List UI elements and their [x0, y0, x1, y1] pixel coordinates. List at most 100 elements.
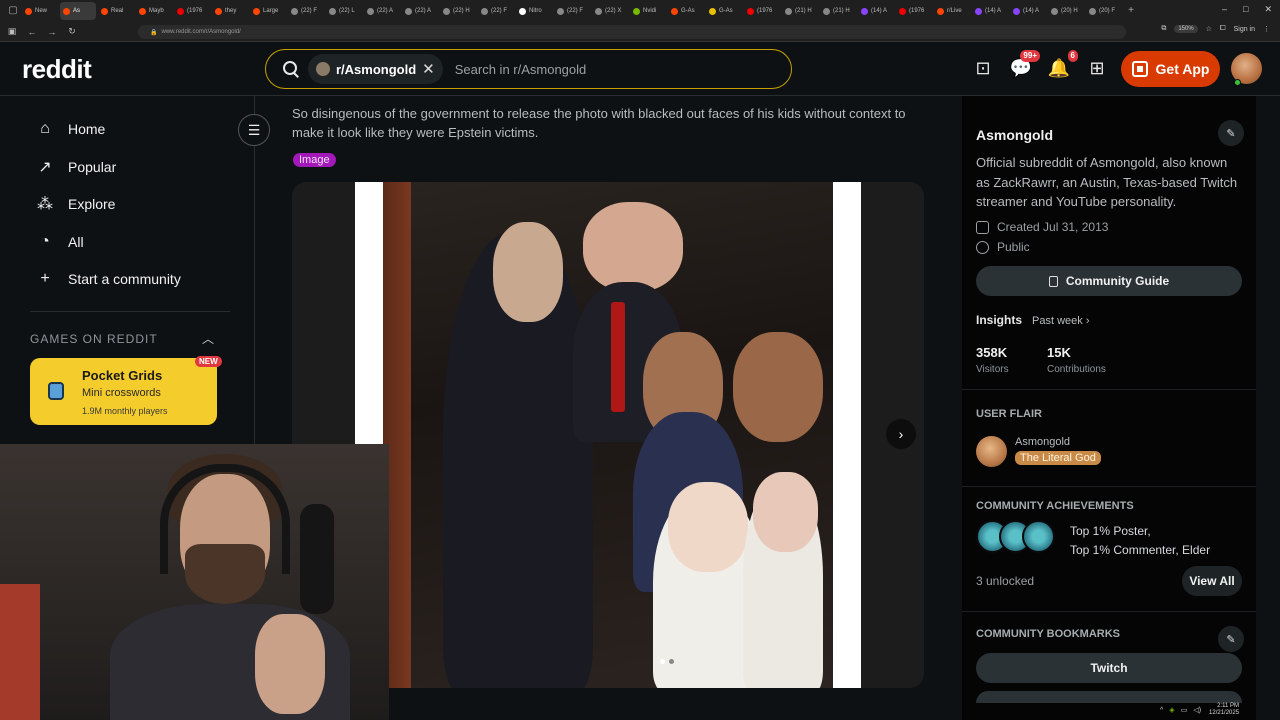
- browser-tab[interactable]: (1976: [896, 2, 932, 20]
- browser-tab[interactable]: Nvidi: [630, 2, 666, 20]
- reload-icon[interactable]: ↻: [64, 26, 80, 37]
- community-guide-button[interactable]: Community Guide: [976, 266, 1242, 296]
- bell-icon[interactable]: 🔔 6: [1046, 50, 1078, 81]
- network-icon[interactable]: ▭: [1181, 706, 1188, 714]
- close-icon[interactable]: ✕: [1264, 4, 1272, 15]
- reddit-logo[interactable]: reddit: [22, 54, 92, 85]
- browser-tab[interactable]: (22) A: [364, 2, 400, 20]
- maximize-icon[interactable]: □: [1243, 4, 1248, 15]
- sidebar-item-start-community[interactable]: + Start a community: [36, 267, 181, 291]
- favicon-icon: [671, 7, 678, 15]
- created-date: Created Jul 31, 2013: [976, 220, 1108, 234]
- achievement-badges[interactable]: [976, 520, 1055, 553]
- browser-tab[interactable]: (14) A: [858, 2, 894, 20]
- forward-icon[interactable]: →: [44, 27, 60, 37]
- advertise-icon[interactable]: ⊡: [970, 55, 996, 81]
- stat-label: Contributions: [1047, 364, 1106, 375]
- browser-tab[interactable]: they: [212, 2, 248, 20]
- browser-tab[interactable]: (20) H: [1048, 2, 1084, 20]
- browser-tab[interactable]: (1976: [174, 2, 210, 20]
- browser-tab[interactable]: (1976: [744, 2, 780, 20]
- pager-dot[interactable]: [669, 659, 674, 664]
- browser-tab[interactable]: Large: [250, 2, 286, 20]
- browser-tab[interactable]: (14) A: [972, 2, 1008, 20]
- edit-community-button[interactable]: ✎: [1218, 120, 1244, 146]
- edit-bookmarks-button[interactable]: ✎: [1218, 626, 1244, 652]
- browser-tab[interactable]: (21) H: [820, 2, 856, 20]
- close-icon[interactable]: ✕: [422, 60, 435, 78]
- back-icon[interactable]: ←: [24, 27, 40, 37]
- browser-tab[interactable]: (20) F: [1086, 2, 1122, 20]
- browser-tab[interactable]: (22) F: [478, 2, 514, 20]
- pager-dot-active[interactable]: [660, 659, 665, 664]
- new-tab-icon[interactable]: +: [1124, 4, 1138, 18]
- post-body: So disingenous of the government to rele…: [292, 106, 906, 140]
- browser-tab[interactable]: (22) F: [288, 2, 324, 20]
- browser-tab[interactable]: (22) X: [592, 2, 628, 20]
- zoom-level[interactable]: 150%: [1174, 25, 1198, 33]
- sidebar-collapse-button[interactable]: ☰: [238, 114, 270, 146]
- popular-icon: ↗: [38, 159, 52, 176]
- notification-badge: 6: [1067, 50, 1078, 62]
- star-icon[interactable]: ☆: [1206, 25, 1212, 33]
- chat-icon[interactable]: 💬 99+: [1008, 50, 1040, 81]
- browser-tab[interactable]: Real: [98, 2, 134, 20]
- webcam-background-object: [0, 584, 40, 720]
- browser-tab[interactable]: G-As: [706, 2, 742, 20]
- sidebar-item-popular[interactable]: ↗ Popular: [36, 155, 116, 179]
- plus-icon: +: [40, 270, 50, 287]
- game-card-pocket-grids[interactable]: Pocket Grids Mini crosswords 1.9M monthl…: [30, 358, 217, 425]
- create-post-icon[interactable]: ⊞: [1084, 55, 1110, 81]
- explore-icon: ⁂: [37, 196, 53, 213]
- tab-actions-icon[interactable]: ▢: [6, 4, 20, 18]
- sidebar-item-label: All: [68, 234, 84, 250]
- post-flair[interactable]: Image: [293, 153, 336, 167]
- favicon-icon: [101, 7, 108, 15]
- search-bar[interactable]: r/Asmongold ✕: [265, 49, 792, 89]
- post-image[interactable]: [355, 182, 861, 688]
- view-all-button[interactable]: View All: [1182, 566, 1242, 596]
- sidebar-item-label: Explore: [68, 196, 116, 212]
- browser-tab[interactable]: (22) L: [326, 2, 362, 20]
- sidebar-item-home[interactable]: ⌂ Home: [36, 117, 105, 141]
- browser-tab[interactable]: (22) F: [554, 2, 590, 20]
- insights-label: Insights: [976, 313, 1023, 327]
- browser-tab[interactable]: r/Live: [934, 2, 970, 20]
- browser-tab[interactable]: (22) A: [402, 2, 438, 20]
- bookmark-twitch-button[interactable]: Twitch: [976, 653, 1242, 683]
- search-icon: [282, 60, 300, 78]
- browser-tab[interactable]: New: [22, 2, 58, 20]
- search-input[interactable]: [454, 61, 755, 77]
- gallery-next-button[interactable]: ›: [886, 419, 916, 449]
- sidebar-toggle-icon[interactable]: ▣: [4, 26, 20, 37]
- browser-tab[interactable]: (22) H: [440, 2, 476, 20]
- browser-tab-active[interactable]: As: [60, 2, 96, 20]
- cake-icon: [976, 220, 989, 234]
- signin-button[interactable]: Sign in: [1234, 26, 1255, 33]
- get-app-button[interactable]: Get App: [1121, 51, 1220, 87]
- browser-tab[interactable]: Mayb: [136, 2, 172, 20]
- browser-tab[interactable]: G-As: [668, 2, 704, 20]
- install-icon[interactable]: ⧉: [1161, 25, 1166, 33]
- extensions-icon[interactable]: ⧠: [1220, 25, 1226, 33]
- favicon-icon: [215, 7, 222, 15]
- book-icon: [1048, 275, 1058, 287]
- browser-tab[interactable]: (14) A: [1010, 2, 1046, 20]
- user-flair-row[interactable]: Asmongold The Literal God: [976, 436, 1101, 467]
- app-tray-icon[interactable]: ◈: [1169, 706, 1174, 714]
- minimize-icon[interactable]: –: [1222, 4, 1227, 15]
- sidebar-item-all[interactable]: ◔ All: [36, 230, 84, 254]
- subreddit-chip[interactable]: r/Asmongold ✕: [308, 54, 443, 84]
- clock[interactable]: 2:11 PM 12/21/2025: [1209, 703, 1239, 717]
- address-bar[interactable]: 🔒 www.reddit.com/r/Asmongold/: [138, 25, 1126, 39]
- sidebar-item-explore[interactable]: ⁂ Explore: [36, 192, 115, 216]
- chevron-up-icon[interactable]: ^: [1160, 707, 1163, 714]
- clock-date: 12/21/2025: [1209, 710, 1240, 716]
- chevron-up-icon[interactable]: ︿: [202, 330, 214, 347]
- globe-icon: [976, 240, 989, 254]
- browser-tab[interactable]: Nitro: [516, 2, 552, 20]
- browser-tab[interactable]: (21) H: [782, 2, 818, 20]
- insights-period-dropdown[interactable]: Past week ›: [1032, 315, 1089, 327]
- menu-icon[interactable]: ⋮: [1263, 25, 1270, 33]
- volume-icon[interactable]: ◁): [1193, 706, 1201, 714]
